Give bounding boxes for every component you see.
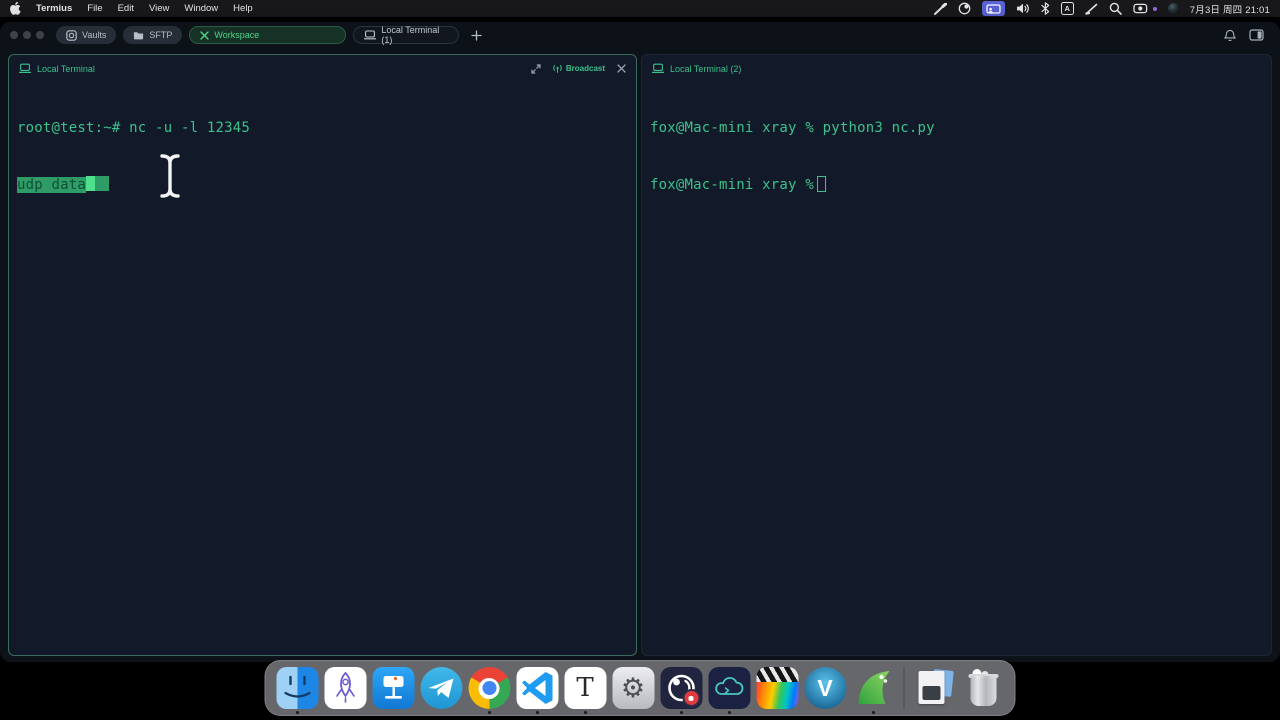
dock-trash-icon[interactable] (961, 661, 1006, 715)
dock-final-cut-pro-icon[interactable] (755, 661, 800, 715)
bluetooth-icon[interactable] (1041, 2, 1050, 15)
close-window-button[interactable] (10, 31, 18, 39)
running-indicator (680, 711, 683, 714)
dock-vscode-icon[interactable] (515, 661, 560, 715)
right-terminal-pane: Local Terminal (2) fox@Mac-mini xray % p… (641, 54, 1272, 656)
tab-local-terminal-1[interactable]: Local Terminal (1) (353, 26, 459, 44)
screen-mirroring-icon[interactable] (982, 1, 1005, 16)
left-pane-header: Local Terminal Broadcast (9, 55, 636, 78)
dock-documents-icon[interactable] (913, 661, 958, 715)
gear-icon: ⚙ (621, 673, 645, 704)
menubar-clock[interactable]: 7月3日 周四 21:01 (1190, 2, 1270, 16)
minimize-window-button[interactable] (23, 31, 31, 39)
dock-v2ray-icon[interactable]: V (803, 661, 848, 715)
dock-termius-icon[interactable] (323, 661, 368, 715)
zoom-window-button[interactable] (36, 31, 44, 39)
folder-icon (133, 29, 144, 42)
tab-workspace[interactable]: Workspace (189, 26, 346, 44)
broadcast-label: Broadcast (566, 64, 605, 73)
right-terminal-content[interactable]: fox@Mac-mini xray % python3 nc.py fox@Ma… (642, 78, 1271, 236)
running-indicator (488, 711, 491, 714)
new-tab-button[interactable] (471, 30, 482, 41)
dock-chrome-icon[interactable] (467, 661, 512, 715)
sidebar-layout-toggle-icon[interactable] (1249, 29, 1264, 42)
terminal-line: fox@Mac-mini xray % (650, 176, 1263, 195)
tab-local-terminal-1-label: Local Terminal (1) (381, 25, 448, 45)
left-terminal-content[interactable]: root@test:~# nc -u -l 12345 udp data (9, 78, 636, 255)
right-pane-header: Local Terminal (2) (642, 55, 1271, 78)
vault-icon (66, 29, 77, 42)
apple-menu-icon[interactable] (10, 2, 21, 15)
close-pane-icon[interactable] (617, 62, 626, 75)
dock-separator (904, 667, 905, 709)
menu-edit[interactable]: Edit (118, 3, 134, 14)
terminal-tab-icon (364, 29, 376, 42)
menu-help[interactable]: Help (233, 3, 253, 14)
running-indicator (296, 711, 299, 714)
expand-pane-icon[interactable] (531, 62, 541, 75)
right-pane-title: Local Terminal (2) (670, 64, 741, 74)
camera-icon[interactable] (1133, 2, 1148, 15)
dock-wireshark-icon[interactable] (851, 661, 896, 715)
menu-file[interactable]: File (87, 3, 102, 14)
broadcast-icon (553, 64, 562, 73)
left-pane-title: Local Terminal (37, 64, 95, 74)
pen-icon[interactable] (1085, 2, 1098, 15)
window-controls (10, 31, 44, 39)
camera-status-dot (1153, 7, 1157, 11)
notifications-bell-icon[interactable] (1224, 29, 1236, 42)
tab-bar: Vaults SFTP Workspace (0, 22, 1280, 48)
globe-icon[interactable] (958, 2, 971, 15)
dock-keynote-icon[interactable] (371, 661, 416, 715)
v2ray-letter: V (817, 675, 832, 702)
left-terminal-pane: Local Terminal Broadcast root@test:~# nc… (8, 54, 637, 656)
dock-typora-icon[interactable]: T (563, 661, 608, 715)
typora-letter: T (576, 673, 593, 703)
dock-telegram-icon[interactable] (419, 661, 464, 715)
sphere-icon[interactable] (1168, 3, 1179, 14)
dock-cloud-terminal-icon[interactable] (707, 661, 752, 715)
tab-sftp[interactable]: SFTP (123, 26, 182, 44)
obs-recording-badge (682, 689, 700, 707)
ibeam-mouse-cursor (71, 133, 183, 225)
tab-vaults[interactable]: Vaults (56, 26, 116, 44)
tab-sftp-label: SFTP (149, 30, 172, 40)
stylus-icon[interactable] (934, 2, 947, 15)
search-icon[interactable] (1109, 2, 1122, 15)
terminal-line: fox@Mac-mini xray % python3 nc.py (650, 119, 1263, 138)
broadcast-button[interactable]: Broadcast (553, 64, 605, 73)
close-tab-icon[interactable] (200, 29, 209, 42)
menu-app-name[interactable]: Termius (36, 3, 72, 14)
dock-finder-icon[interactable] (275, 661, 320, 715)
tab-workspace-label: Workspace (214, 30, 259, 40)
hollow-cursor (817, 176, 826, 192)
running-indicator (728, 711, 731, 714)
input-source-icon[interactable]: A (1061, 2, 1074, 15)
running-indicator (584, 711, 587, 714)
running-indicator (872, 711, 875, 714)
terminal-pane-icon (652, 62, 664, 75)
menu-bar: Termius File Edit View Window Help A (0, 0, 1280, 17)
dock: T ⚙ V (265, 660, 1016, 716)
dock-system-settings-icon[interactable]: ⚙ (611, 661, 656, 715)
running-indicator (536, 711, 539, 714)
tab-vaults-label: Vaults (82, 30, 106, 40)
termius-window: Vaults SFTP Workspace (0, 22, 1280, 662)
menu-window[interactable]: Window (184, 3, 218, 14)
terminal-pane-icon (19, 62, 31, 75)
dock-obs-icon[interactable] (659, 661, 704, 715)
volume-icon[interactable] (1016, 2, 1030, 15)
desktop: Termius File Edit View Window Help A (0, 0, 1280, 720)
menu-view[interactable]: View (149, 3, 169, 14)
